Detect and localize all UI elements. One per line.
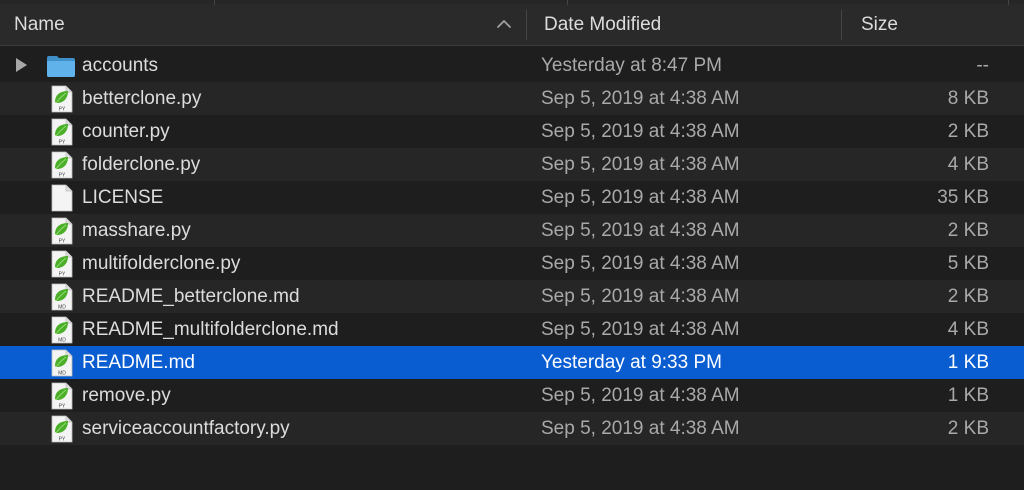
file-type-badge: MD: [58, 305, 66, 311]
python-file-icon: PY: [51, 151, 73, 179]
header-tick: [567, 0, 568, 5]
file-name: accounts: [82, 55, 159, 76]
file-size: 5 KB: [947, 253, 989, 274]
column-header-size[interactable]: Size: [842, 6, 1024, 44]
file-type-badge: PY: [59, 239, 66, 245]
python-file-icon: PY: [51, 250, 73, 278]
column-header-name[interactable]: Name: [0, 6, 526, 44]
file-size: 2 KB: [947, 418, 989, 439]
file-row[interactable]: PY betterclone.py Sep 5, 2019 at 4:38 AM 8 …: [0, 82, 1024, 115]
python-file-icon: PY: [51, 118, 73, 146]
header-tick: [214, 0, 215, 5]
file-row[interactable]: MD README_betterclone.md Sep 5, 2019 at 4:…: [0, 280, 1024, 313]
file-row[interactable]: PY masshare.py Sep 5, 2019 at 4:38 AM 2 KB: [0, 214, 1024, 247]
file-date-modified: Sep 5, 2019 at 4:38 AM: [541, 154, 740, 175]
column-header-bar: Name Date Modified Size: [0, 0, 1024, 46]
file-size: 4 KB: [947, 154, 989, 175]
file-row[interactable]: PY serviceaccountfactory.py Sep 5, 2019 at…: [0, 412, 1024, 445]
file-type-badge: MD: [58, 338, 66, 344]
file-row[interactable]: PY folderclone.py Sep 5, 2019 at 4:38 AM 4 …: [0, 148, 1024, 181]
file-date-modified: Sep 5, 2019 at 4:38 AM: [541, 187, 740, 208]
file-date-modified: Sep 5, 2019 at 4:38 AM: [541, 253, 740, 274]
file-size: 4 KB: [947, 319, 989, 340]
disclosure-triangle-icon[interactable]: [16, 58, 27, 72]
file-name: README_betterclone.md: [82, 286, 300, 307]
file-type-badge: PY: [59, 272, 66, 278]
python-file-icon: PY: [51, 85, 73, 113]
file-date-modified: Yesterday at 8:47 PM: [541, 55, 722, 76]
file-size: 8 KB: [947, 88, 989, 109]
file-name: betterclone.py: [82, 88, 202, 109]
file-date-modified: Yesterday at 9:33 PM: [541, 352, 722, 373]
file-size: 2 KB: [947, 220, 989, 241]
file-size: 35 KB: [937, 187, 989, 208]
markdown-file-icon: MD: [51, 349, 73, 377]
file-row-selected[interactable]: MD README.md Yesterday at 9:33 PM 1 KB: [0, 346, 1024, 379]
file-type-badge: PY: [59, 437, 66, 443]
header-tick: [1008, 0, 1009, 5]
file-date-modified: Sep 5, 2019 at 4:38 AM: [541, 418, 740, 439]
file-name: README_multifolderclone.md: [82, 319, 339, 340]
file-name: serviceaccountfactory.py: [82, 418, 290, 439]
python-file-icon: PY: [51, 382, 73, 410]
file-size: --: [976, 55, 989, 76]
chevron-up-icon[interactable]: [495, 15, 513, 33]
file-row[interactable]: LICENSE Sep 5, 2019 at 4:38 AM 35 KB: [0, 181, 1024, 214]
file-name: README.md: [82, 352, 195, 373]
finder-list-view: Name Date Modified Size accounts Yesterda…: [0, 0, 1024, 490]
column-header-date-modified[interactable]: Date Modified: [527, 6, 841, 44]
file-size: 2 KB: [947, 121, 989, 142]
empty-row: [0, 445, 1024, 478]
file-date-modified: Sep 5, 2019 at 4:38 AM: [541, 385, 740, 406]
file-name: remove.py: [82, 385, 171, 406]
file-date-modified: Sep 5, 2019 at 4:38 AM: [541, 319, 740, 340]
file-date-modified: Sep 5, 2019 at 4:38 AM: [541, 121, 740, 142]
file-row[interactable]: accounts Yesterday at 8:47 PM --: [0, 49, 1024, 82]
blank-file-icon: [51, 184, 73, 212]
file-date-modified: Sep 5, 2019 at 4:38 AM: [541, 220, 740, 241]
markdown-file-icon: MD: [51, 283, 73, 311]
file-type-badge: PY: [59, 107, 66, 113]
header-top-strip: [0, 0, 1024, 4]
file-name: LICENSE: [82, 187, 164, 208]
file-name: folderclone.py: [82, 154, 201, 175]
file-size: 2 KB: [947, 286, 989, 307]
file-row[interactable]: PY multifolderclone.py Sep 5, 2019 at 4:38…: [0, 247, 1024, 280]
file-date-modified: Sep 5, 2019 at 4:38 AM: [541, 286, 740, 307]
file-name: multifolderclone.py: [82, 253, 241, 274]
file-type-badge: MD: [58, 371, 66, 377]
python-file-icon: PY: [51, 217, 73, 245]
file-row[interactable]: PY remove.py Sep 5, 2019 at 4:38 AM 1 KB: [0, 379, 1024, 412]
markdown-file-icon: MD: [51, 316, 73, 344]
file-name: counter.py: [82, 121, 170, 142]
file-row[interactable]: MD README_multifolderclone.md Sep 5, 2019 …: [0, 313, 1024, 346]
file-row[interactable]: PY counter.py Sep 5, 2019 at 4:38 AM 2 KB: [0, 115, 1024, 148]
file-size: 1 KB: [947, 385, 989, 406]
folder-icon: [47, 56, 75, 77]
file-name: masshare.py: [82, 220, 191, 241]
file-type-badge: PY: [59, 140, 66, 146]
file-type-badge: PY: [59, 404, 66, 410]
file-date-modified: Sep 5, 2019 at 4:38 AM: [541, 88, 740, 109]
python-file-icon: PY: [51, 415, 73, 443]
file-size: 1 KB: [947, 352, 989, 373]
file-list: accounts Yesterday at 8:47 PM -- PY bettercl…: [0, 49, 1024, 445]
file-type-badge: PY: [59, 173, 66, 179]
